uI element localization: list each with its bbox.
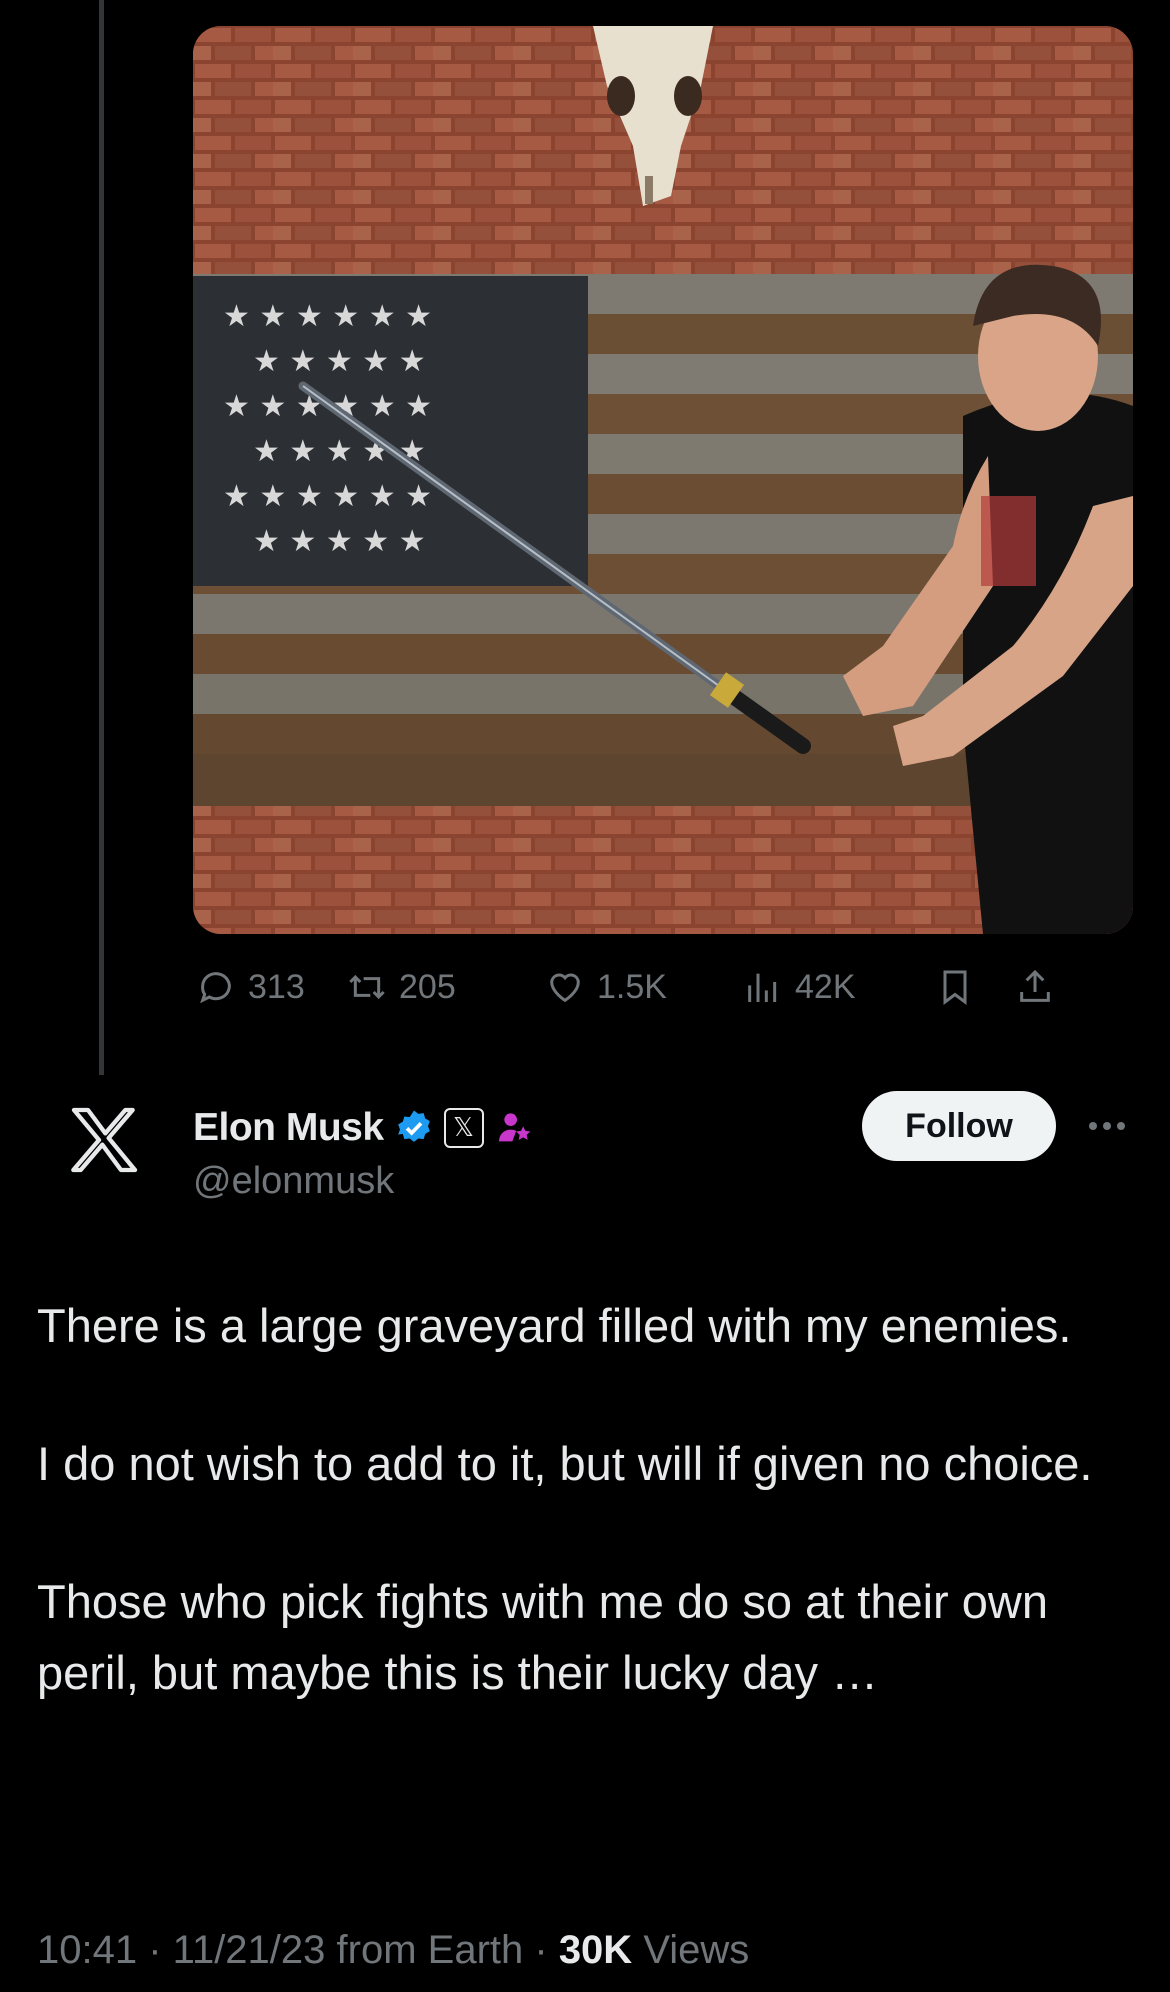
- author-name[interactable]: Elon Musk: [193, 1106, 384, 1150]
- reply-button[interactable]: 313: [196, 967, 347, 1007]
- tweet-paragraph: There is a large graveyard filled with m…: [37, 1299, 1072, 1352]
- author-name-row: Elon Musk 𝕏: [193, 1100, 534, 1156]
- repost-icon: [349, 974, 385, 1000]
- x-logo-icon[interactable]: [64, 1100, 144, 1180]
- like-button[interactable]: 1.5K: [545, 967, 743, 1007]
- reply-icon: [200, 972, 231, 1004]
- affiliate-x-label: 𝕏: [453, 1113, 474, 1143]
- affiliate-x-badge[interactable]: 𝕏: [443, 1108, 484, 1148]
- share-icon: [1020, 969, 1050, 1002]
- heart-icon: [550, 973, 580, 1003]
- tweet-views-label: Views: [643, 1928, 750, 1972]
- views-button[interactable]: 42K: [743, 967, 935, 1007]
- reply-count: 313: [248, 968, 305, 1006]
- separator-dot: ·: [534, 1928, 559, 1972]
- post-action-bar: 313 205 1.5K 42K: [196, 962, 1136, 1012]
- separator-dot: ·: [148, 1928, 173, 1972]
- like-count: 1.5K: [597, 968, 667, 1006]
- tweet-date[interactable]: 11/21/23: [173, 1928, 326, 1972]
- analytics-icon: [748, 973, 777, 1002]
- more-options-icon[interactable]: [1085, 1108, 1129, 1144]
- tweet-source: from Earth: [336, 1928, 524, 1972]
- thread-connector-line: [99, 0, 104, 1075]
- subscriber-person-star-icon[interactable]: [494, 1108, 534, 1148]
- share-button[interactable]: [1015, 967, 1055, 1007]
- bookmark-button[interactable]: [935, 967, 1015, 1007]
- tweet-metadata: 10:41 · 11/21/23 from Earth · 30K Views: [37, 1928, 749, 1973]
- svg-text:★ ★ ★ ★ ★ ★: ★ ★ ★ ★ ★ ★: [223, 479, 432, 514]
- svg-text:★ ★ ★ ★ ★: ★ ★ ★ ★ ★: [253, 344, 426, 379]
- tweet-time[interactable]: 10:41: [37, 1928, 137, 1972]
- tweet-views-count[interactable]: 30K: [559, 1928, 632, 1972]
- tweet-paragraph: Those who pick fights with me do so at t…: [37, 1575, 1048, 1699]
- bookmark-icon: [943, 970, 967, 1005]
- views-count: 42K: [795, 968, 856, 1006]
- tweet-paragraph: I do not wish to add to it, but will if …: [37, 1437, 1093, 1490]
- repost-button[interactable]: 205: [347, 967, 545, 1007]
- verified-badge-icon[interactable]: [394, 1108, 434, 1148]
- follow-button[interactable]: Follow: [862, 1091, 1056, 1161]
- tweet-text: There is a large graveyard filled with m…: [37, 1290, 1137, 1775]
- author-handle[interactable]: @elonmusk: [193, 1160, 534, 1203]
- svg-text:★ ★ ★ ★ ★: ★ ★ ★ ★ ★: [253, 524, 426, 559]
- svg-text:★ ★ ★ ★ ★ ★: ★ ★ ★ ★ ★ ★: [223, 299, 432, 334]
- post-media-image[interactable]: ★ ★ ★ ★ ★ ★ ★ ★ ★ ★ ★ ★ ★ ★ ★ ★ ★ ★ ★ ★ …: [193, 26, 1133, 934]
- photo-illustration: ★ ★ ★ ★ ★ ★ ★ ★ ★ ★ ★ ★ ★ ★ ★ ★ ★ ★ ★ ★ …: [193, 26, 1133, 934]
- repost-count: 205: [399, 968, 456, 1006]
- author-block: Elon Musk 𝕏 @elonmusk: [193, 1100, 534, 1203]
